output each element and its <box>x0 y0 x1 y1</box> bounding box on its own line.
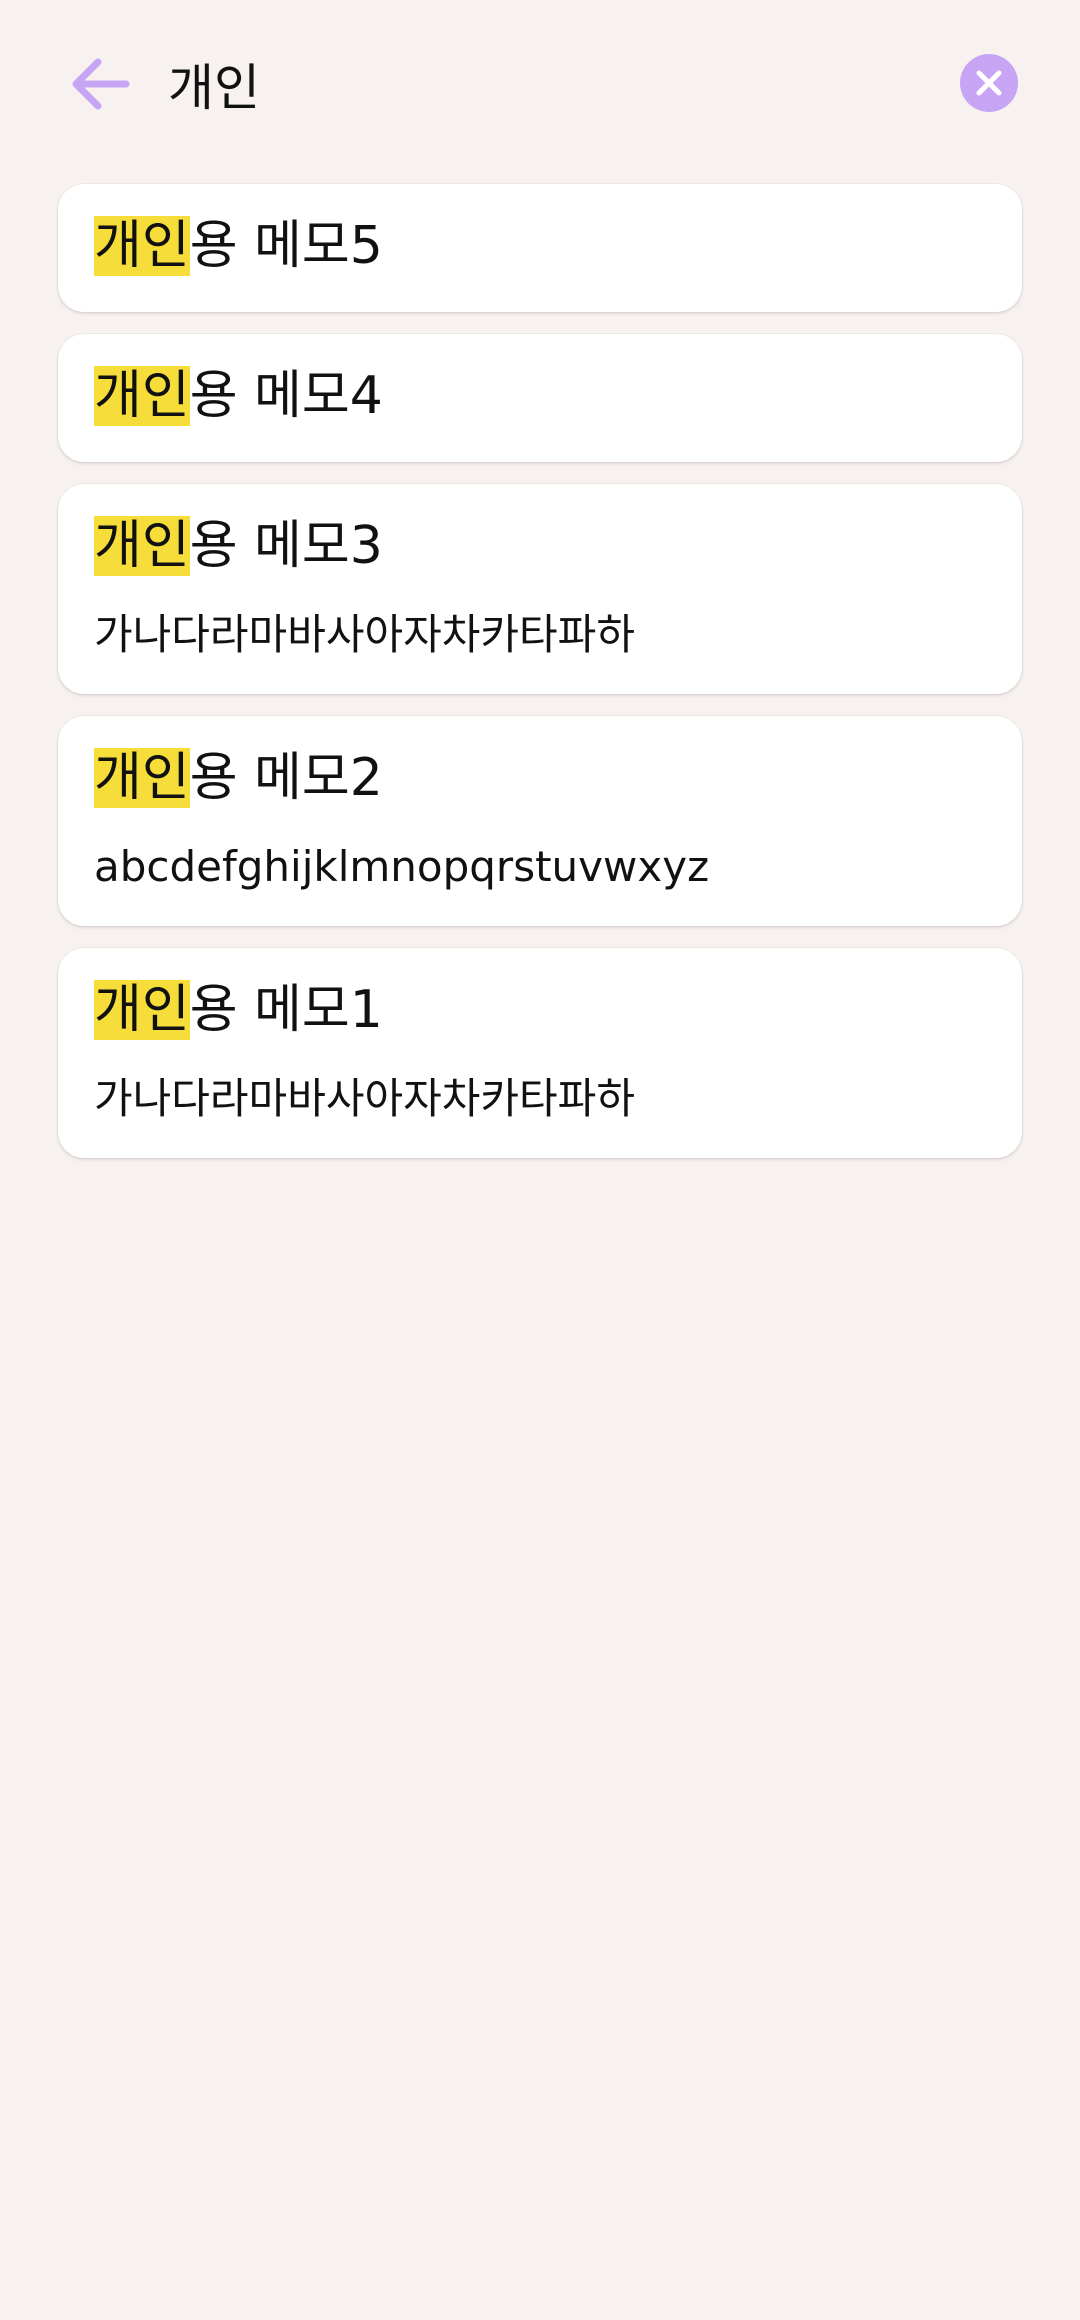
memo-title-rest: 용 메모4 <box>189 366 383 426</box>
memo-title-rest: 용 메모5 <box>189 216 383 276</box>
memo-title: 개인용 메모3 <box>94 514 986 578</box>
memo-preview: abcdefghijklmnopqrstuvwxyz <box>94 842 710 891</box>
memo-title: 개인용 메모5 <box>94 214 986 278</box>
clear-search-button[interactable] <box>960 54 1018 112</box>
memo-title-rest: 용 메모3 <box>189 516 383 576</box>
memo-title: 개인용 메모1 <box>94 978 986 1042</box>
search-results-list: 개인용 메모5 개인용 메모4 개인용 메모3 가나다라마바사아자차카타파하 개… <box>58 184 1022 1180</box>
matched-text-highlight: 개인 <box>94 366 190 426</box>
memo-title-rest: 용 메모1 <box>189 980 383 1040</box>
memo-card[interactable]: 개인용 메모3 가나다라마바사아자차카타파하 <box>58 484 1022 694</box>
memo-title: 개인용 메모2 <box>94 746 986 810</box>
matched-text-highlight: 개인 <box>94 516 190 576</box>
matched-text-highlight: 개인 <box>94 216 190 276</box>
memo-card[interactable]: 개인용 메모5 <box>58 184 1022 312</box>
back-button[interactable] <box>58 42 142 126</box>
memo-preview: 가나다라마바사아자차카타파하 <box>94 1074 635 1123</box>
matched-text-highlight: 개인 <box>94 980 190 1040</box>
memo-card[interactable]: 개인용 메모4 <box>58 334 1022 462</box>
arrow-left-icon <box>72 58 130 110</box>
search-bar <box>0 0 1080 168</box>
matched-text-highlight: 개인 <box>94 748 190 808</box>
close-icon <box>976 70 1002 96</box>
memo-card[interactable]: 개인용 메모2 abcdefghijklmnopqrstuvwxyz <box>58 716 1022 926</box>
memo-title-rest: 용 메모2 <box>189 748 383 808</box>
memo-card[interactable]: 개인용 메모1 가나다라마바사아자차카타파하 <box>58 948 1022 1158</box>
search-input[interactable] <box>168 44 928 124</box>
memo-title: 개인용 메모4 <box>94 364 986 428</box>
memo-preview: 가나다라마바사아자차카타파하 <box>94 610 635 659</box>
